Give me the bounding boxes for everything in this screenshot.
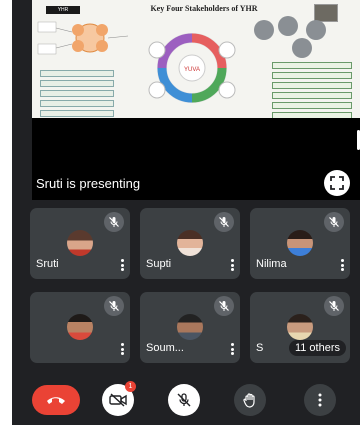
end-call-icon [47,397,65,404]
camera-off-icon [109,393,127,407]
presentation-view[interactable]: YHR Key Four Stakeholders of YHR YUVA Sr… [32,0,360,200]
mute-badge [104,296,124,316]
participant-name: Nilima [256,258,287,270]
notification-badge: 1 [125,381,136,392]
more-options-button[interactable] [304,384,336,416]
participant-tile-supti[interactable]: Supti [140,208,240,279]
avatar [67,230,93,256]
mic-off-icon [109,217,119,227]
slide-hub-diagram: YUVA [148,33,236,103]
participant-name: Supti [146,258,172,270]
participant-name: Soum... [146,342,184,354]
slide-left-list [40,70,114,118]
hand-raise-icon [243,393,255,408]
participant-tile-soum[interactable]: Soum... [140,292,240,363]
participant-tile-others[interactable]: S 11 others [250,292,350,363]
mic-off-icon [329,217,339,227]
mute-badge [104,212,124,232]
avatar [67,314,93,340]
mic-off-icon [109,301,119,311]
mute-badge [214,212,234,232]
more-vert-icon[interactable] [120,259,124,271]
others-count[interactable]: 11 others [288,340,346,356]
mute-badge [324,212,344,232]
mic-toggle-button[interactable] [168,384,200,416]
more-vert-icon[interactable] [230,343,234,355]
scrollbar[interactable] [357,130,360,150]
more-vert-icon[interactable] [120,343,124,355]
fullscreen-icon [330,176,344,190]
participant-name: S [256,342,264,354]
participant-tile-4[interactable] [30,292,130,363]
mic-off-icon [219,217,229,227]
slide-flower-diagram [37,21,129,55]
mic-off-icon [329,301,339,311]
mic-off-icon [177,393,191,407]
meeting-screen: YHR Key Four Stakeholders of YHR YUVA Sr… [12,0,360,425]
participant-tile-nilima[interactable]: Nilima [250,208,350,279]
avatar [177,314,203,340]
participant-name: Sruti [36,258,59,270]
avatar [287,230,313,256]
raise-hand-button[interactable] [234,384,266,416]
fullscreen-button[interactable] [324,170,350,196]
participant-tile-sruti[interactable]: Sruti [30,208,130,279]
end-call-button[interactable] [32,385,80,415]
avatar [287,314,313,340]
slide-right-list [272,62,352,118]
more-vert-icon[interactable] [230,259,234,271]
slide-hub-label: YUVA [184,67,200,73]
shared-slide: YHR Key Four Stakeholders of YHR YUVA [32,0,360,118]
camera-toggle-button[interactable]: 1 [102,381,136,416]
mute-badge [324,296,344,316]
presenting-label: Sruti is presenting [36,176,141,191]
avatar [177,230,203,256]
mic-off-icon [219,301,229,311]
mute-badge [214,296,234,316]
slide-right-circles [254,16,326,58]
more-vert-icon[interactable] [340,259,344,271]
more-vert-icon [318,393,322,407]
